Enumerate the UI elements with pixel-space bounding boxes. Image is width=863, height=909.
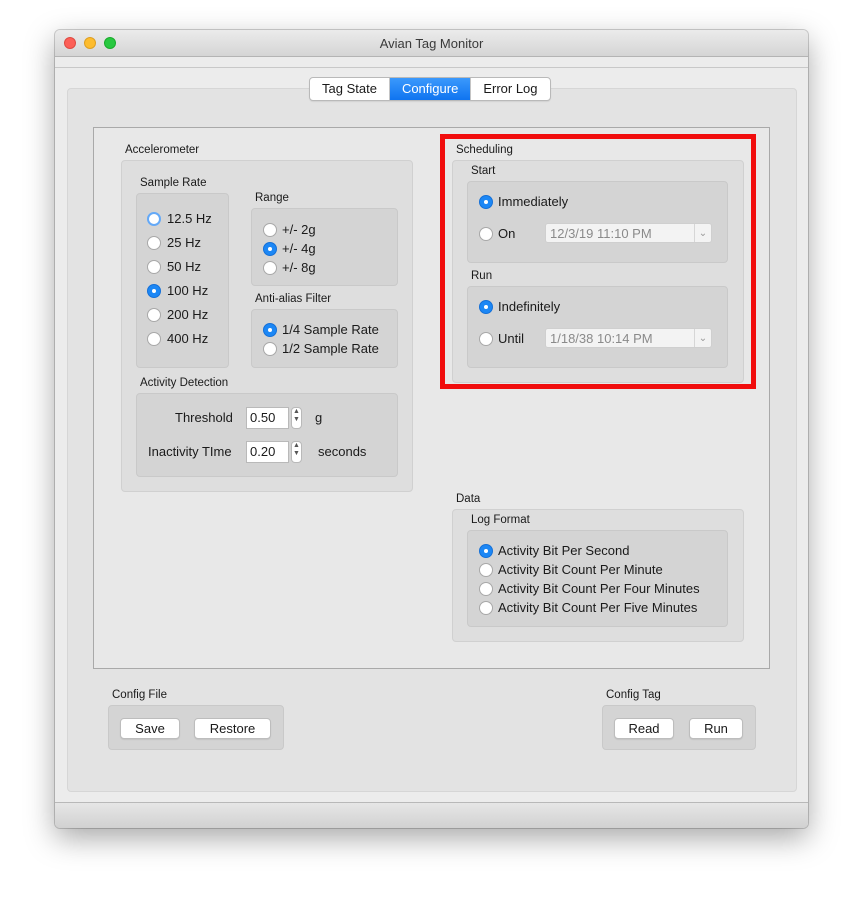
config-tag-title: Config Tag bbox=[606, 689, 661, 701]
sample-rate-option-label: 200 Hz bbox=[167, 307, 209, 322]
radio-100-hz[interactable] bbox=[147, 284, 161, 298]
inactivity-time-unit: seconds bbox=[318, 444, 367, 459]
tab-bar: Tag State Configure Error Log bbox=[309, 77, 551, 101]
tab-configure[interactable]: Configure bbox=[389, 78, 472, 100]
radio-12-5-hz[interactable] bbox=[147, 212, 161, 226]
anti-alias-option-label: 1/4 Sample Rate bbox=[282, 322, 379, 337]
stepper-arrows-icon[interactable]: ▲ ▼ bbox=[291, 407, 302, 429]
log-format-title: Log Format bbox=[471, 514, 530, 526]
activity-detection-group bbox=[136, 393, 398, 477]
sample-rate-option-label: 25 Hz bbox=[167, 235, 201, 250]
config-file-title: Config File bbox=[112, 689, 167, 701]
radio-range-4g[interactable] bbox=[263, 242, 277, 256]
run-button[interactable]: Run bbox=[689, 718, 743, 739]
save-button[interactable]: Save bbox=[120, 718, 180, 739]
stepper-arrows-icon[interactable]: ▲ ▼ bbox=[291, 441, 302, 463]
data-title: Data bbox=[456, 493, 481, 505]
window-title: Avian Tag Monitor bbox=[379, 36, 484, 51]
radio-log-count-per-minute[interactable] bbox=[479, 563, 493, 577]
inactivity-time-input[interactable]: 0.20 bbox=[246, 441, 289, 463]
radio-quarter-sample-rate[interactable] bbox=[263, 323, 277, 337]
tab-error-log[interactable]: Error Log bbox=[471, 78, 549, 100]
threshold-input[interactable]: 0.50 bbox=[246, 407, 289, 429]
range-title: Range bbox=[255, 192, 289, 204]
radio-25-hz[interactable] bbox=[147, 236, 161, 250]
range-option-label: +/- 2g bbox=[282, 222, 316, 237]
range-option-label: +/- 8g bbox=[282, 260, 316, 275]
scheduling-highlight-box bbox=[440, 134, 756, 389]
radio-range-8g[interactable] bbox=[263, 261, 277, 275]
title-bar: Avian Tag Monitor bbox=[55, 30, 808, 57]
threshold-unit: g bbox=[315, 410, 323, 425]
sample-rate-option-label: 12.5 Hz bbox=[167, 211, 212, 226]
toolbar-divider bbox=[55, 67, 808, 68]
accelerometer-title: Accelerometer bbox=[125, 144, 200, 156]
sample-rate-option-label: 400 Hz bbox=[167, 331, 209, 346]
window-bottom-bar bbox=[55, 802, 808, 828]
log-format-option-label: Activity Bit Per Second bbox=[498, 543, 630, 558]
log-format-option-label: Activity Bit Count Per Four Minutes bbox=[498, 581, 700, 596]
radio-50-hz[interactable] bbox=[147, 260, 161, 274]
inactivity-time-label: Inactivity TIme bbox=[148, 444, 232, 459]
sample-rate-title: Sample Rate bbox=[140, 177, 207, 189]
threshold-label: Threshold bbox=[175, 410, 233, 425]
radio-log-per-second[interactable] bbox=[479, 544, 493, 558]
anti-alias-option-label: 1/2 Sample Rate bbox=[282, 341, 379, 356]
radio-400-hz[interactable] bbox=[147, 332, 161, 346]
anti-alias-group bbox=[251, 309, 398, 368]
radio-log-count-per-four-minutes[interactable] bbox=[479, 582, 493, 596]
radio-log-count-per-five-minutes[interactable] bbox=[479, 601, 493, 615]
sample-rate-option-label: 100 Hz bbox=[167, 283, 209, 298]
restore-button[interactable]: Restore bbox=[194, 718, 271, 739]
range-option-label: +/- 4g bbox=[282, 241, 316, 256]
tab-tag-state[interactable]: Tag State bbox=[310, 78, 390, 100]
activity-detection-title: Activity Detection bbox=[140, 377, 229, 389]
log-format-option-label: Activity Bit Count Per Five Minutes bbox=[498, 600, 698, 615]
radio-range-2g[interactable] bbox=[263, 223, 277, 237]
sample-rate-option-label: 50 Hz bbox=[167, 259, 201, 274]
anti-alias-title: Anti-alias Filter bbox=[255, 293, 332, 305]
radio-200-hz[interactable] bbox=[147, 308, 161, 322]
radio-half-sample-rate[interactable] bbox=[263, 342, 277, 356]
log-format-option-label: Activity Bit Count Per Minute bbox=[498, 562, 663, 577]
read-button[interactable]: Read bbox=[614, 718, 674, 739]
